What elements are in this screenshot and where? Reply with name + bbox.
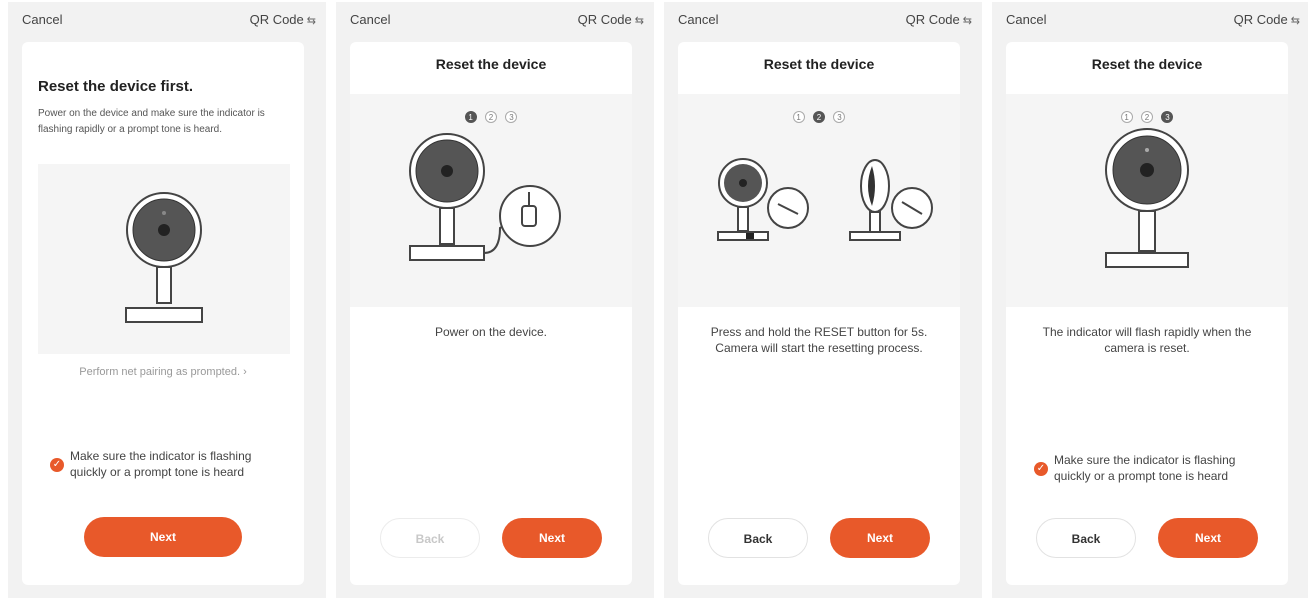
content-card: Reset the device 1 2 3 [678,42,960,585]
step-dot: 1 [792,111,805,123]
camera-icon [125,192,203,323]
power-on-illustration [409,133,561,261]
step-indicator: 1 2 3 [678,107,960,125]
illustration-panel: 1 2 3 [350,94,632,307]
illustration-panel: 1 2 3 [1006,94,1288,307]
step-description: Power on the device. [434,325,548,339]
confirm-indicator[interactable]: ✓ Make sure the indicator is flashing qu… [1034,452,1270,484]
check-circle-icon[interactable]: ✓ [50,458,64,472]
check-circle-icon[interactable]: ✓ [1034,462,1048,476]
qr-code-label: QR Code [905,12,960,27]
top-bar: Cancel QR Code ⇆ [678,12,972,30]
qr-code-button[interactable]: QR Code ⇆ [578,12,644,27]
swap-arrows-icon: ⇆ [962,15,972,27]
step-indicator: 1 2 3 [1006,107,1288,125]
screen-step-3: Cancel QR Code⇆ Reset the device 1 2 3 [992,2,1308,598]
cancel-button[interactable]: Cancel [1006,12,1046,27]
swap-arrows-icon: ⇆ [306,15,316,27]
reset-button-illustration [717,158,933,241]
swap-arrows-icon: ⇆ [634,15,644,27]
swap-arrows-icon: ⇆ [1290,15,1300,27]
confirm-indicator[interactable]: ✓ Make sure the indicator is flashing qu… [50,448,286,480]
illustration-panel: 1 2 3 [678,94,960,307]
back-button[interactable]: Back [380,518,480,558]
page-description: Power on the device and make sure the in… [38,108,265,135]
page-title: Reset the device [1091,56,1203,72]
qr-code-button[interactable]: QR Code ⇆ [250,12,316,27]
step-description: The indicator will flash rapidly when th… [1042,325,1252,355]
back-button[interactable]: Back [1036,518,1136,558]
page-title: Reset the device [435,56,547,72]
confirm-text: Make sure the indicator is flashing quic… [70,449,252,479]
step-dot: 3 [833,111,846,123]
page-title: Reset the device [763,56,875,72]
page-title: Reset the device first. [38,78,194,95]
cancel-button[interactable]: Cancel [22,12,62,27]
top-bar: Cancel QR Code ⇆ [22,12,316,30]
content-card: Reset the device 1 2 3 The indicator wil… [1006,42,1288,585]
next-button[interactable]: Next [502,518,602,558]
back-button[interactable]: Back [708,518,808,558]
step-dot: 3 [505,111,518,123]
top-bar: Cancel QR Code ⇆ [350,12,644,30]
screen-step-1: Cancel QR Code⇆ Reset the device 1 2 3 [336,2,654,598]
content-card: Reset the device 1 2 3 [350,42,632,585]
qr-code-label: QR Code [249,12,304,27]
step-dot: 2 [1141,111,1153,123]
confirm-text: Make sure the indicator is flashing quic… [1054,453,1236,483]
step-description: Press and hold the RESET button for 5s. … [710,325,928,355]
step-dot: 1 [1120,111,1133,123]
step-indicator: 1 2 3 [350,107,632,125]
screen-step-2: Cancel QR Code⇆ Reset the device 1 2 3 [664,2,982,598]
step-dot: 2 [485,111,497,123]
qr-code-button[interactable]: QR Code ⇆ [906,12,972,27]
qr-code-label: QR Code [577,12,632,27]
reset-guide-strip: Cancel QR Code ⇆ Reset the device first. … [0,0,1308,602]
qr-code-button[interactable]: QR Code ⇆ [1234,12,1300,27]
step-dot: 1 [464,111,477,123]
next-button[interactable]: Next [830,518,930,558]
net-pairing-link[interactable]: Perform net pairing as prompted. › [22,366,304,378]
step-dot: 3 [1161,111,1174,123]
next-button[interactable]: Next [1158,518,1258,558]
cancel-button[interactable]: Cancel [350,12,390,27]
cancel-button[interactable]: Cancel [678,12,718,27]
indicator-flash-illustration [1105,128,1189,268]
step-dot: 2 [813,111,825,123]
camera-illustration [38,164,290,354]
top-bar: Cancel QR Code ⇆ [1006,12,1300,30]
screen-reset-first: Cancel QR Code ⇆ Reset the device first. … [8,2,326,598]
qr-code-label: QR Code [1233,12,1288,27]
next-button[interactable]: Next [84,517,242,557]
content-card: Reset the device first. Power on the dev… [22,42,304,585]
